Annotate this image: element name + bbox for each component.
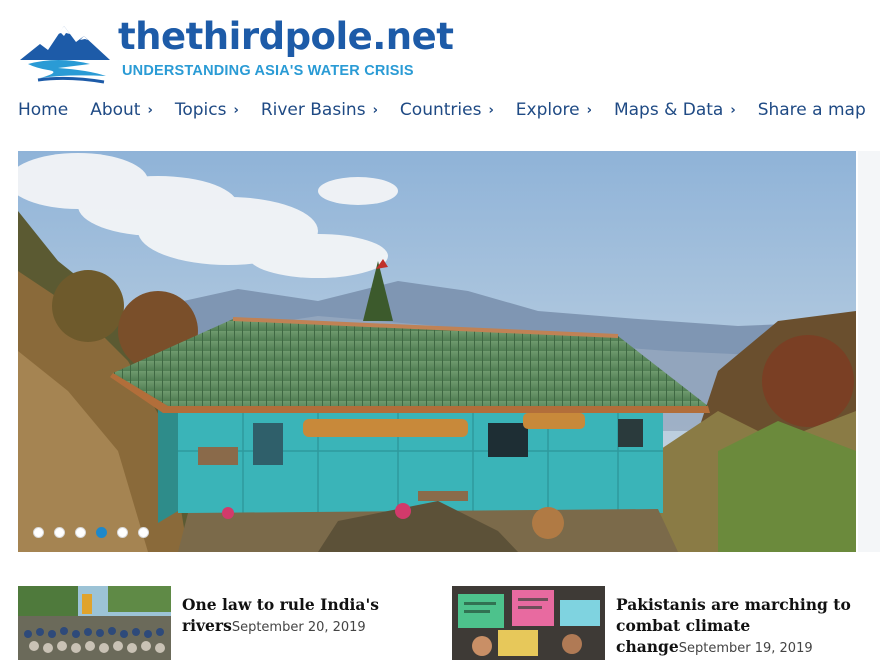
- article-date: September 19, 2019: [678, 641, 813, 656]
- article-card[interactable]: Pakistanis are marching to combat climat…: [452, 586, 872, 660]
- nav-item-label: Share a map: [757, 100, 866, 120]
- nav-item-label: Home: [18, 100, 69, 120]
- nav-item-share-a-map[interactable]: Share a map: [758, 100, 866, 120]
- nav-item-explore[interactable]: Explore ›: [516, 100, 592, 120]
- slide-dot[interactable]: [54, 527, 65, 538]
- slide-dot[interactable]: [117, 527, 128, 538]
- protest-photo: [452, 586, 605, 660]
- article-card[interactable]: One law to rule India's riversSeptember …: [18, 586, 438, 660]
- crowd-photo: [18, 586, 171, 660]
- nav-item-label: Countries: [399, 100, 482, 120]
- nav-item-topics[interactable]: Topics ›: [175, 100, 239, 120]
- chevron-right-icon: ›: [372, 102, 378, 118]
- slide-dot[interactable]: [33, 527, 44, 538]
- slide-dot[interactable]: [138, 527, 149, 538]
- site-name: thethirdpole.net: [118, 15, 454, 58]
- article-date: September 20, 2019: [231, 620, 366, 635]
- nav-item-label: Explore: [515, 100, 580, 120]
- nav-item-river-basins[interactable]: River Basins ›: [261, 100, 378, 120]
- article-thumbnail[interactable]: [18, 586, 171, 660]
- hero-slide-image: [18, 151, 856, 552]
- chevron-right-icon: ›: [730, 102, 736, 118]
- slide-dot[interactable]: [75, 527, 86, 538]
- chevron-right-icon: ›: [586, 102, 592, 118]
- next-slide-peek: [858, 151, 880, 552]
- nav-item-label: About: [90, 100, 141, 120]
- nav-item-label: River Basins: [260, 100, 366, 120]
- nav-item-about[interactable]: About ›: [90, 100, 153, 120]
- chevron-right-icon: ›: [233, 102, 239, 118]
- main-nav: Home About › Topics › River Basins › Cou…: [18, 96, 880, 124]
- chevron-right-icon: ›: [488, 102, 494, 118]
- nav-item-countries[interactable]: Countries ›: [400, 100, 494, 120]
- site-tagline: UNDERSTANDING ASIA'S WATER CRISIS: [122, 63, 414, 79]
- nav-item-label: Maps & Data: [613, 100, 724, 120]
- nav-item-maps-data[interactable]: Maps & Data ›: [614, 100, 736, 120]
- slide-indicators: [33, 527, 159, 538]
- site-logo[interactable]: thethirdpole.net UNDERSTANDING ASIA'S WA…: [18, 14, 488, 86]
- hero-slideshow[interactable]: [18, 151, 856, 552]
- nav-item-home[interactable]: Home: [18, 100, 68, 120]
- chevron-right-icon: ›: [147, 102, 153, 118]
- slide-dot-active[interactable]: [96, 527, 107, 538]
- article-thumbnail[interactable]: [452, 586, 605, 660]
- nav-item-label: Topics: [174, 100, 227, 120]
- mountain-river-logo-icon: [20, 26, 110, 84]
